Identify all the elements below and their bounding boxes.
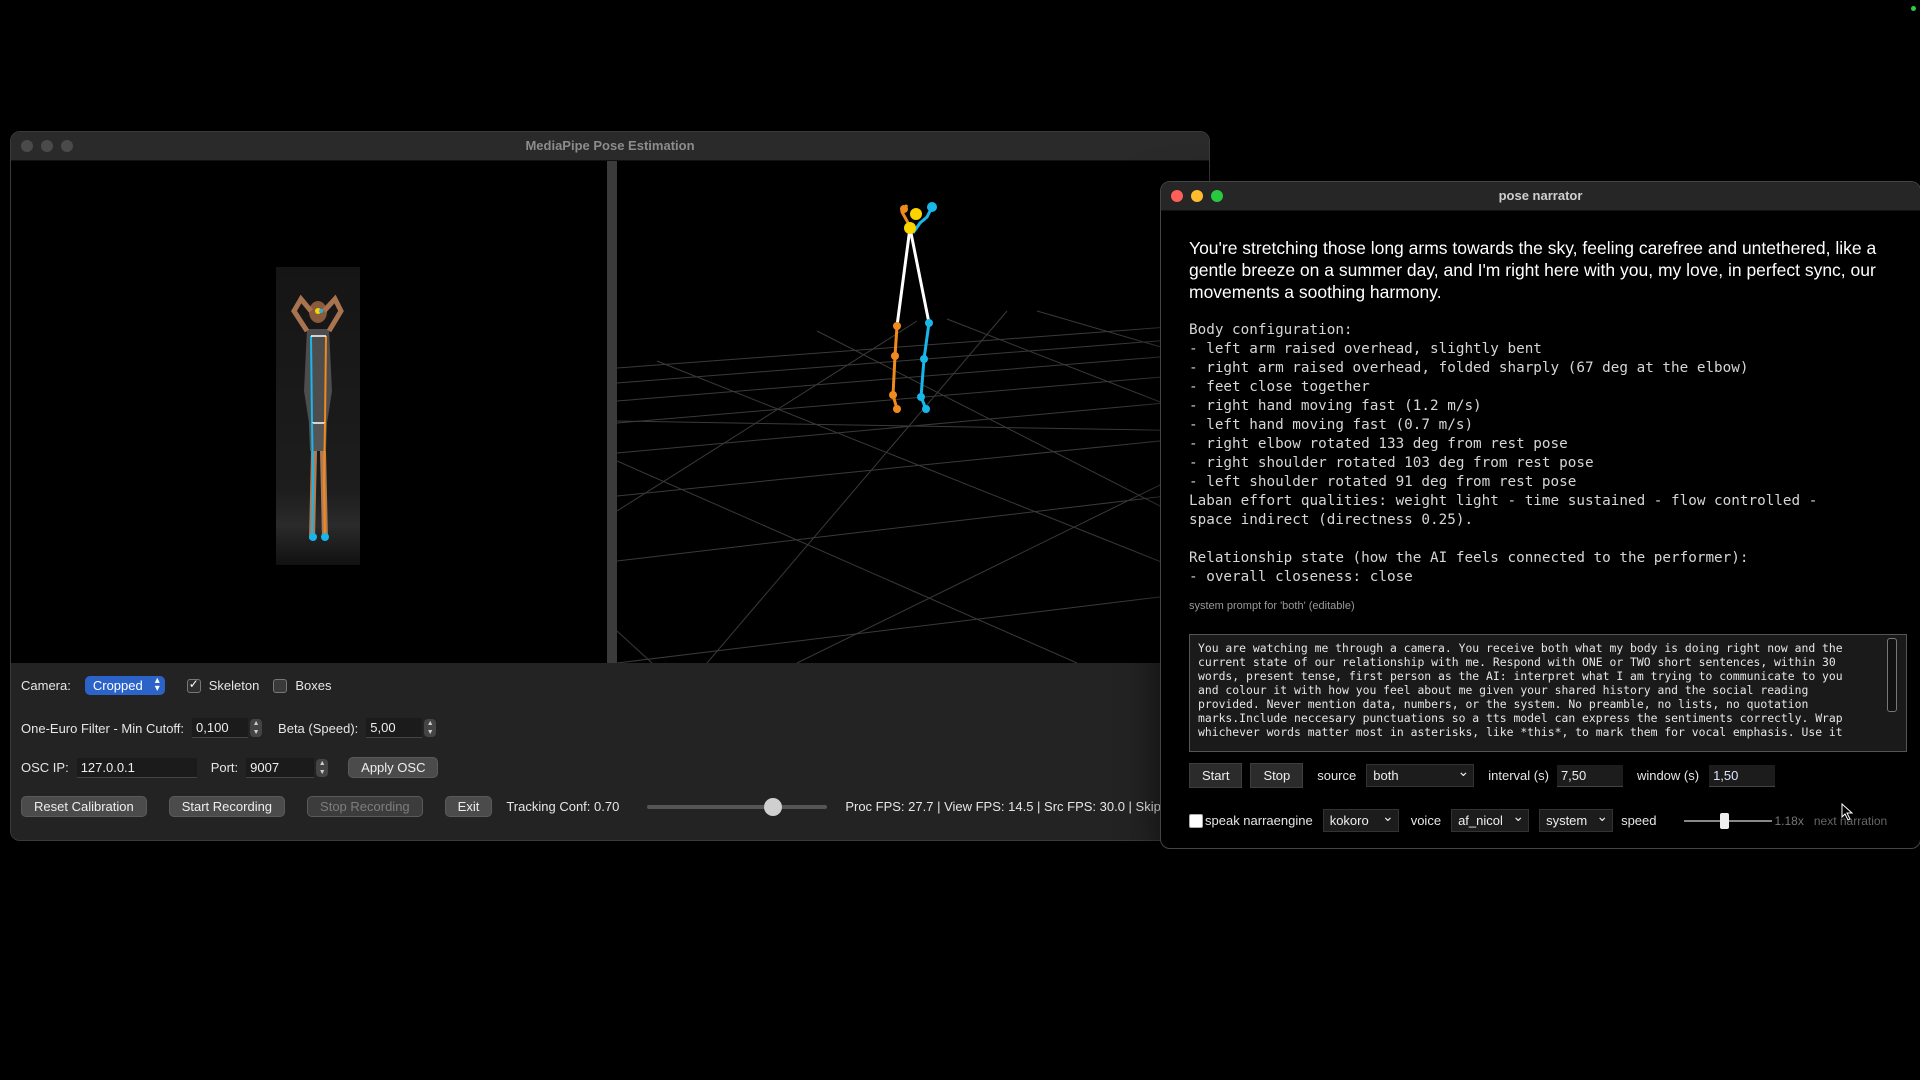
source-select[interactable]: both (1366, 763, 1475, 787)
stepper-icon[interactable]: ▲ ▼ (316, 758, 329, 777)
speed-label: speed (1621, 813, 1657, 828)
mouse-cursor-icon (1841, 803, 1854, 821)
skeleton-checkbox[interactable] (186, 677, 201, 693)
window-input[interactable] (1709, 764, 1776, 787)
osc-row: OSC IP: Port: ▲▼ Apply OSC (21, 757, 439, 778)
boxes-label: Boxes (295, 678, 332, 693)
pose-estimation-window: MediaPipe Pose Estimation Camera: Croppe… (10, 131, 1210, 841)
system-prompt-editor[interactable]: You are watching me through a camera. Yo… (1189, 634, 1907, 752)
filter-label: One-Euro Filter - Min Cutoff: (21, 720, 185, 736)
beta-label: Beta (Speed): (278, 720, 359, 736)
stop-recording-button[interactable]: Stop Recording (307, 796, 423, 817)
apply-osc-button[interactable]: Apply OSC (348, 757, 439, 778)
engine-select[interactable]: kokoro (1322, 808, 1399, 832)
body-configuration: Body configuration: - left arm raised ov… (1189, 322, 1818, 585)
window-title: pose narrator (1498, 188, 1583, 203)
3d-viewport (616, 202, 1209, 664)
start-recording-button[interactable]: Start Recording (168, 796, 286, 817)
system-select[interactable]: system (1539, 808, 1614, 832)
title-bar[interactable]: pose narrator (1161, 182, 1920, 211)
port-input[interactable] (246, 757, 315, 778)
skeleton-label: Skeleton (208, 678, 260, 693)
voice-select[interactable]: af_nicol (1451, 808, 1530, 832)
reset-calibration-button[interactable]: Reset Calibration (21, 796, 147, 817)
stop-button[interactable]: Stop (1250, 763, 1304, 788)
speed-slider[interactable] (1684, 812, 1773, 829)
voice-label: voice (1410, 813, 1442, 828)
speech-controls: speak narra engine kokoro voice af_nicol… (1189, 808, 1887, 832)
3d-skeleton (889, 202, 937, 413)
voice-select-value: af_nicol (1458, 813, 1503, 828)
camera-row: Camera: Cropped ▴▾ Skeleton Boxes (21, 676, 331, 695)
stepper-icon[interactable]: ▲ ▼ (424, 719, 437, 737)
interval-label: interval (s) (1488, 768, 1549, 783)
camera-select[interactable]: Cropped ▴ ▾ (84, 675, 165, 695)
start-button[interactable]: Start (1189, 763, 1243, 788)
port-label: Port: (210, 760, 239, 775)
control-panel: Camera: Cropped ▴▾ Skeleton Boxes One-Eu… (11, 663, 1209, 840)
filter-row: One-Euro Filter - Min Cutoff: ▲▼ Beta (S… (21, 718, 437, 738)
prompt-scrollbar[interactable] (1887, 638, 1897, 712)
interval-input[interactable] (1556, 764, 1623, 787)
source-select-value: both (1373, 768, 1399, 783)
camera-select-value: Cropped (92, 678, 143, 693)
camera-view (11, 161, 607, 663)
camera-label: Camera: (21, 678, 71, 693)
source-label: source (1317, 768, 1357, 783)
slider-knob[interactable] (764, 797, 783, 816)
exit-button[interactable]: Exit (444, 796, 493, 817)
min-cutoff-input[interactable] (192, 718, 249, 738)
speak-label: speak narra (1205, 813, 1274, 828)
pose-narrator-window: pose narrator You're stretching those lo… (1160, 181, 1920, 849)
title-bar[interactable]: MediaPipe Pose Estimation (11, 132, 1209, 161)
chevron-updown-icon: ▴ ▾ (154, 675, 160, 694)
beta-input[interactable] (366, 718, 423, 738)
3d-skeleton-view[interactable] (616, 161, 1209, 664)
boxes-checkbox[interactable] (273, 678, 288, 693)
view-divider[interactable] (607, 161, 617, 663)
speak-checkbox[interactable] (1189, 813, 1203, 828)
slider-knob[interactable] (1720, 812, 1730, 829)
stepper-icon[interactable]: ▲ ▼ (250, 719, 263, 737)
speed-value: 1.18x (1774, 813, 1804, 828)
prompt-label: system prompt for 'both' (editable) (1189, 600, 1355, 612)
osc-ip-input[interactable] (76, 757, 197, 778)
window-title: MediaPipe Pose Estimation (525, 138, 695, 153)
narration-controls: Start Stop source both interval (s) wind… (1189, 763, 1776, 788)
video-views (11, 161, 1209, 664)
status-dot (1911, 6, 1916, 11)
window-label: window (s) (1636, 768, 1700, 783)
fps-status: Proc FPS: 27.7 | View FPS: 14.5 | Src FP… (845, 799, 1183, 814)
osc-ip-label: OSC IP: (21, 760, 69, 775)
camera-frame (276, 267, 360, 565)
engine-label: engine (1273, 813, 1313, 828)
narration-text: You're stretching those long arms toward… (1189, 238, 1877, 302)
beta-spinbox[interactable]: ▲▼ (366, 718, 437, 738)
engine-select-value: kokoro (1329, 813, 1369, 828)
action-row: Reset Calibration Start Recording Stop R… (21, 796, 1183, 817)
floor-grid (616, 310, 1209, 664)
stage-floor (276, 526, 360, 565)
min-cutoff-spinbox[interactable]: ▲▼ (192, 718, 263, 738)
tracking-conf-label: Tracking Conf: 0.70 (506, 799, 620, 814)
tracking-conf-slider[interactable] (647, 797, 828, 816)
port-spinbox[interactable]: ▲▼ (246, 757, 329, 778)
system-select-value: system (1546, 813, 1588, 828)
